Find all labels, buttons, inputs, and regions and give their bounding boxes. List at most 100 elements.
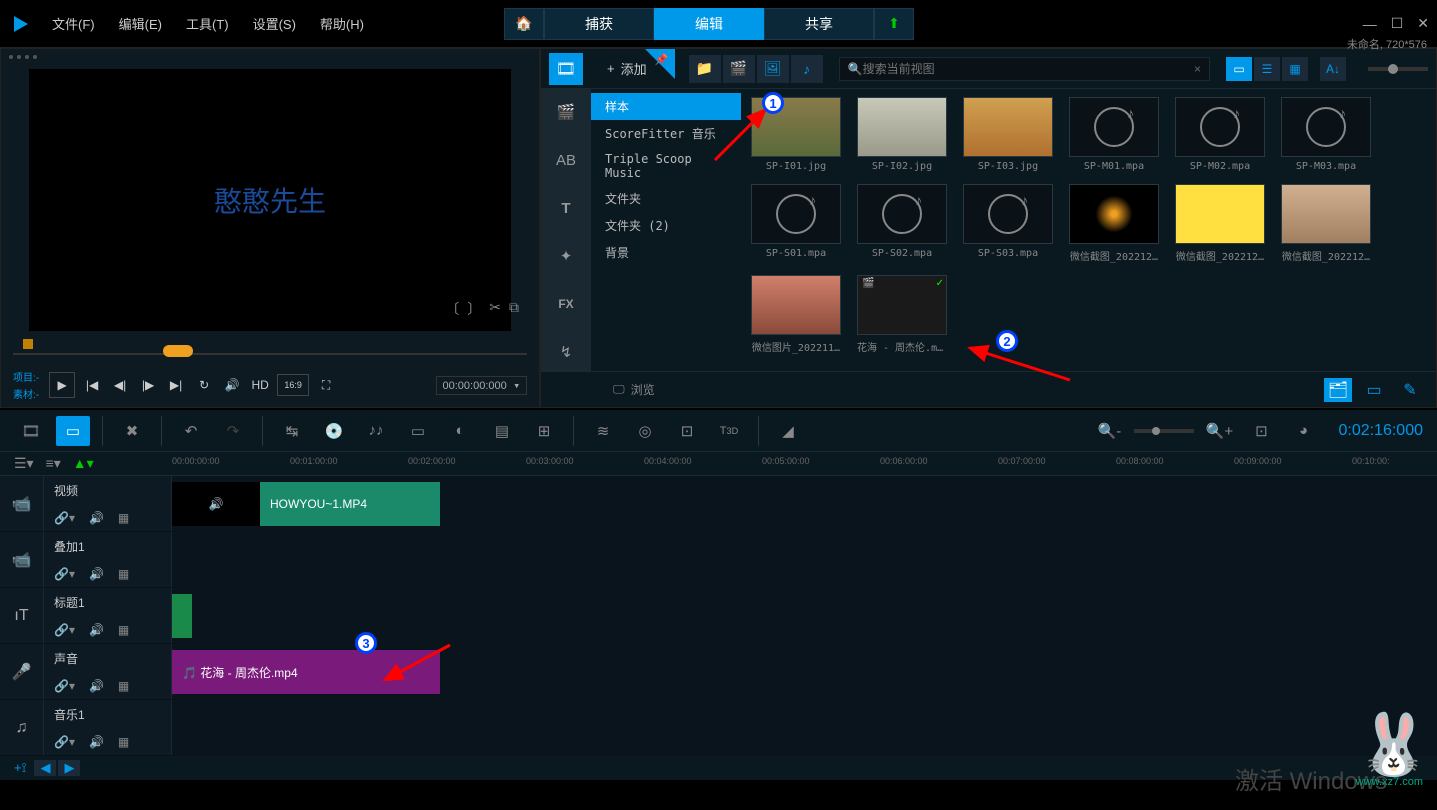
undo-button[interactable]: ↶ <box>174 416 208 446</box>
tool-3d[interactable]: T3D <box>712 416 746 446</box>
lock-icon[interactable]: ▦ <box>118 735 129 749</box>
library-item[interactable]: SP-I02.jpg <box>857 97 947 172</box>
menu-edit[interactable]: 编辑(E) <box>119 14 162 33</box>
tool-disc[interactable]: 💿 <box>317 416 351 446</box>
tool-subtitle[interactable]: ▭ <box>401 416 435 446</box>
track-sound-icon[interactable]: 🎤 <box>0 644 44 699</box>
tree-triplescoop[interactable]: Triple Scoop Music <box>591 147 741 185</box>
clear-search-icon[interactable]: × <box>1194 62 1201 76</box>
menu-help[interactable]: 帮助(H) <box>320 14 364 33</box>
scroll-left-button[interactable]: ◀ <box>34 760 56 776</box>
snapshot-button[interactable]: ⧉ <box>509 299 519 319</box>
mute-icon[interactable]: 🔊 <box>89 567 104 581</box>
track-music-content[interactable] <box>172 700 1437 755</box>
filter-audio-button[interactable]: ♪ <box>791 55 823 83</box>
tree-scorefitter[interactable]: ScoreFitter 音乐 <box>591 120 741 147</box>
volume-button[interactable]: 🔊 <box>221 374 243 396</box>
mute-icon[interactable]: 🔊 <box>89 735 104 749</box>
thumbnail-size-slider[interactable] <box>1368 67 1428 71</box>
tree-background[interactable]: 背景 <box>591 239 741 266</box>
cat-graphics-icon[interactable]: ✦ <box>551 241 581 271</box>
link-icon[interactable]: 🔗▾ <box>54 567 75 581</box>
filter-video-button[interactable]: 🎬 <box>723 55 755 83</box>
tool-pan[interactable]: ◎ <box>628 416 662 446</box>
tool-audio[interactable]: ♪♪ <box>359 416 393 446</box>
cat-titles-icon[interactable]: T <box>551 193 581 223</box>
link-icon[interactable]: 🔗▾ <box>54 623 75 637</box>
track-music-icon[interactable]: ♫ <box>0 700 44 755</box>
window-close-icon[interactable]: ✕ <box>1417 15 1429 32</box>
tool-chapter[interactable]: ▤ <box>485 416 519 446</box>
panel-options-icon[interactable]: ▭ <box>1360 378 1388 402</box>
library-item[interactable]: SP-S02.mpa <box>857 184 947 263</box>
tree-folder2[interactable]: 文件夹 (2) <box>591 212 741 239</box>
cat-transitions-icon[interactable]: AB <box>551 145 581 175</box>
library-item[interactable]: SP-S01.mpa <box>751 184 841 263</box>
play-button[interactable]: ▶ <box>49 372 75 398</box>
go-start-button[interactable]: |◀ <box>81 374 103 396</box>
cat-fx-icon[interactable]: FX <box>551 289 581 319</box>
scroll-right-button[interactable]: ▶ <box>58 760 80 776</box>
tab-edit[interactable]: 编辑 <box>654 8 764 40</box>
track-menu-icon[interactable]: ☰▾ <box>14 455 34 472</box>
tab-share[interactable]: 共享 <box>764 8 874 40</box>
library-item[interactable]: 微信截图_202212… <box>1281 184 1371 263</box>
track-video-content[interactable]: 🔊 HOWYOU~1.MP4 <box>172 476 1437 531</box>
library-item[interactable]: 🎬✓花海 - 周杰伦.mp4 <box>857 275 947 354</box>
library-item[interactable]: SP-M03.mpa <box>1281 97 1371 172</box>
browse-button[interactable]: 🖵 浏览 <box>613 381 655 398</box>
sort-button[interactable]: A↓ <box>1320 57 1346 81</box>
library-item[interactable]: SP-I03.jpg <box>963 97 1053 172</box>
tool-multi[interactable]: ◐ <box>443 416 477 446</box>
mark-out-button[interactable]: 〕 <box>467 299 481 319</box>
lock-icon[interactable]: ▦ <box>118 679 129 693</box>
import-folder-button[interactable]: 📁 <box>689 55 721 83</box>
tool-mixer[interactable]: ✖ <box>115 416 149 446</box>
tool-mask[interactable]: ◢ <box>771 416 805 446</box>
search-input[interactable] <box>863 62 1194 76</box>
scrub-handle[interactable] <box>163 345 193 357</box>
link-icon[interactable]: 🔗▾ <box>54 679 75 693</box>
track-options-icon[interactable]: ≡▾ <box>46 455 61 472</box>
preview-mode-project[interactable]: 项目:- <box>13 369 39 384</box>
fullscreen-button[interactable]: ⛶ <box>315 374 337 396</box>
tree-sample[interactable]: 样本 <box>591 93 741 120</box>
view-thumb-button[interactable]: ▭ <box>1226 57 1252 81</box>
zoom-in-button[interactable]: 🔍+ <box>1202 416 1236 446</box>
aspect-button[interactable]: 16:9 <box>277 374 309 396</box>
tab-capture[interactable]: 捕获 <box>544 8 654 40</box>
library-item[interactable]: 微信截图_202212… <box>1069 184 1159 263</box>
tab-upload[interactable]: ⬆ <box>874 8 914 40</box>
add-track-button[interactable]: +⟟ <box>14 760 26 776</box>
window-maximize-icon[interactable]: ☐ <box>1391 15 1404 32</box>
tab-home[interactable]: 🏠 <box>504 8 544 40</box>
hd-button[interactable]: HD <box>249 374 271 396</box>
menu-settings[interactable]: 设置(S) <box>253 14 296 33</box>
lock-icon[interactable]: ▦ <box>118 511 129 525</box>
menu-file[interactable]: 文件(F) <box>52 14 95 33</box>
cat-paths-icon[interactable]: ↯ <box>551 337 581 367</box>
track-expand-icon[interactable]: ▲▾ <box>73 455 94 472</box>
library-item[interactable]: 微信图片_202211… <box>751 275 841 354</box>
filter-image-button[interactable]: 🖼 <box>757 55 789 83</box>
clip-title[interactable] <box>172 594 192 638</box>
panel-edit-icon[interactable]: ✎ <box>1396 378 1424 402</box>
mute-icon[interactable]: 🔊 <box>89 511 104 525</box>
preview-timecode[interactable]: 00:00:00:000 ▾ <box>436 376 527 395</box>
preview-viewport[interactable]: 憨憨先生 <box>29 69 511 331</box>
split-button[interactable]: ✂ <box>489 299 501 319</box>
preview-mode-clip[interactable]: 素材:- <box>13 386 39 401</box>
library-item[interactable]: SP-S03.mpa <box>963 184 1053 263</box>
mark-in-icon[interactable] <box>23 339 33 349</box>
track-overlay-content[interactable] <box>172 532 1437 587</box>
link-icon[interactable]: 🔗▾ <box>54 735 75 749</box>
duration-button[interactable]: ◕ <box>1286 416 1320 446</box>
library-item[interactable]: 微信截图_202212… <box>1175 184 1265 263</box>
panel-library-icon[interactable]: 🗂 <box>1324 378 1352 402</box>
go-end-button[interactable]: ▶| <box>165 374 187 396</box>
search-box[interactable]: 🔍 × <box>839 57 1210 81</box>
library-tab-media[interactable]: 🎞 <box>549 53 583 85</box>
mute-icon[interactable]: 🔊 <box>89 679 104 693</box>
view-list-button[interactable]: ☰ <box>1254 57 1280 81</box>
tool-motion[interactable]: ≋ <box>586 416 620 446</box>
